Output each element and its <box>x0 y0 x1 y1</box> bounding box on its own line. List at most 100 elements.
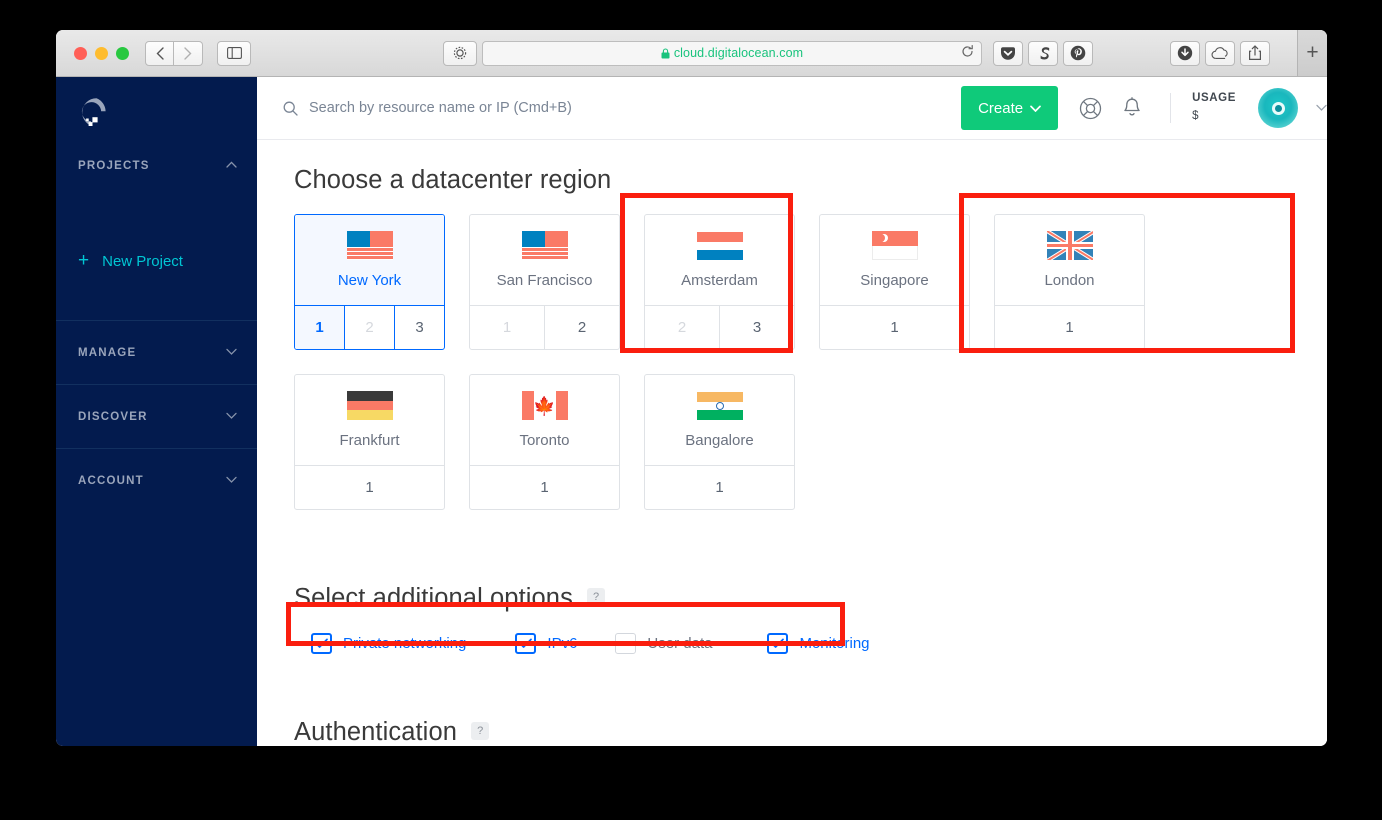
downloads-icon <box>1177 45 1193 61</box>
option-label[interactable]: User data <box>647 635 712 652</box>
region-option-2[interactable]: 2 <box>544 306 619 349</box>
region-option-3[interactable]: 3 <box>394 306 444 349</box>
forward-button[interactable] <box>174 40 203 66</box>
region-option-1: 1 <box>502 319 512 336</box>
region-name-label: New York <box>337 272 402 289</box>
region-option-1[interactable]: 1 <box>645 466 794 509</box>
skitch-button[interactable] <box>1028 40 1058 66</box>
navigation-buttons[interactable] <box>145 40 203 66</box>
global-search[interactable] <box>283 100 961 116</box>
topbar-divider <box>1170 93 1172 123</box>
usage-indicator[interactable]: USAGE $ <box>1192 90 1236 126</box>
checkbox-private-networking[interactable] <box>311 633 332 654</box>
do-sidebar: PROJECTS + New Project MANAGE DISCOVER A… <box>56 77 282 746</box>
browser-toolbar: cloud.digitalocean.com + <box>56 30 1327 77</box>
sidebar-new-project-button[interactable]: + New Project <box>56 241 257 281</box>
region-option-group: 12 <box>470 305 619 349</box>
sidebar-new-project-label: New Project <box>102 252 183 270</box>
region-card-new-york[interactable]: New York 1 2 3 <box>294 214 445 350</box>
minimize-window-button[interactable] <box>95 46 108 60</box>
plus-icon: + <box>78 250 90 271</box>
region-option-1[interactable]: 1 <box>295 306 344 349</box>
reload-button[interactable] <box>961 45 974 61</box>
checkbox-user-data[interactable] <box>615 633 637 654</box>
avatar-chevron-down-icon[interactable] <box>1316 102 1327 114</box>
notifications-button[interactable] <box>1115 96 1149 120</box>
region-card-san-francisco[interactable]: San Francisco 1 2 <box>469 214 620 350</box>
region-option-1[interactable]: 1 <box>820 306 969 349</box>
option-label[interactable]: IPv6 <box>547 635 577 652</box>
lock-icon <box>661 47 670 58</box>
sidebar-section-manage[interactable]: MANAGE <box>56 321 257 384</box>
sidebar-section-discover[interactable]: DISCOVER <box>56 385 257 448</box>
region-card-singapore[interactable]: Singapore 1 <box>819 214 970 350</box>
window-controls[interactable] <box>74 46 129 60</box>
sidebar-projects-list: + New Project <box>56 241 282 443</box>
address-bar[interactable]: cloud.digitalocean.com <box>482 40 982 66</box>
region-option-group: 123 <box>295 305 444 349</box>
browser-right-buttons[interactable] <box>1170 40 1270 66</box>
option-user-data[interactable]: User data <box>615 633 712 654</box>
share-button[interactable] <box>1240 40 1270 66</box>
region-option-3[interactable]: 3 <box>719 306 794 349</box>
option-label[interactable]: Private networking <box>343 635 466 652</box>
downloads-button[interactable] <box>1170 40 1200 66</box>
auth-section-title: Authentication ? <box>294 718 1327 746</box>
checkbox-ipv6[interactable] <box>515 633 537 654</box>
support-button[interactable] <box>1073 97 1107 120</box>
option-ipv6[interactable]: IPv6 <box>515 633 577 654</box>
additional-options-row: Private networking IPv6 User data Monitorin… <box>294 633 1327 654</box>
pocket-button[interactable] <box>993 40 1023 66</box>
region-card-amsterdam[interactable]: Amsterdam 2 3 <box>644 214 795 350</box>
region-card-bangalore[interactable]: Bangalore 1 <box>644 374 795 510</box>
pinterest-button[interactable] <box>1063 40 1093 66</box>
region-section-title: Choose a datacenter region <box>294 166 1327 195</box>
region-option-group: 1 <box>470 465 619 509</box>
create-button[interactable]: Create <box>961 86 1059 130</box>
maximize-window-button[interactable] <box>116 46 129 60</box>
flag-canada-icon: 🍁 <box>521 391 568 420</box>
close-window-button[interactable] <box>74 46 87 60</box>
search-input[interactable] <box>309 100 729 116</box>
option-label[interactable]: Monitoring <box>799 635 869 652</box>
sidebar-section-account[interactable]: ACCOUNT <box>56 449 257 512</box>
icloud-button[interactable] <box>1205 40 1235 66</box>
chevron-down-icon <box>226 411 237 422</box>
icloud-icon <box>1211 46 1228 59</box>
region-card-toronto[interactable]: 🍁 Toronto 1 <box>469 374 620 510</box>
usage-label: USAGE <box>1192 92 1236 105</box>
sidebar-toggle-button[interactable] <box>217 40 251 66</box>
region-card-header: 🍁 Toronto <box>470 375 619 465</box>
region-name-label: Bangalore <box>685 432 754 449</box>
gear-icon <box>453 46 467 60</box>
sidebar-section-projects[interactable]: PROJECTS <box>56 134 257 197</box>
region-card-header: Frankfurt <box>295 375 444 465</box>
region-option-1[interactable]: 1 <box>470 466 619 509</box>
digitalocean-logo-icon <box>81 98 106 126</box>
flag-germany-icon <box>346 391 393 420</box>
topbar-icons: USAGE $ <box>1073 88 1327 128</box>
auth-help-icon[interactable]: ? <box>471 722 490 740</box>
region-card-london[interactable]: London 1 <box>994 214 1145 350</box>
flag-united-states-icon <box>346 231 393 260</box>
options-help-icon[interactable]: ? <box>587 588 606 606</box>
flag-united-states-icon <box>521 231 568 260</box>
digitalocean-logo[interactable] <box>56 77 257 134</box>
region-card-frankfurt[interactable]: Frankfurt 1 <box>294 374 445 510</box>
user-avatar[interactable] <box>1258 88 1298 128</box>
option-private-networking[interactable]: Private networking <box>311 633 466 654</box>
usage-value: $ <box>1192 110 1200 122</box>
region-option-1[interactable]: 1 <box>295 466 444 509</box>
settings-button[interactable] <box>443 40 477 66</box>
option-monitoring[interactable]: Monitoring <box>767 633 870 654</box>
new-tab-button[interactable]: + <box>1297 30 1327 76</box>
region-option-1[interactable]: 1 <box>995 306 1144 349</box>
main-content: Create <box>257 77 1327 746</box>
back-button[interactable] <box>145 40 174 66</box>
flag-singapore-icon <box>871 231 918 260</box>
create-button-label: Create <box>978 99 1024 117</box>
checkbox-monitoring[interactable] <box>767 633 789 654</box>
extension-buttons[interactable] <box>993 40 1093 66</box>
pinterest-icon <box>1070 45 1086 61</box>
sidebar-toggle-icon <box>226 47 242 59</box>
